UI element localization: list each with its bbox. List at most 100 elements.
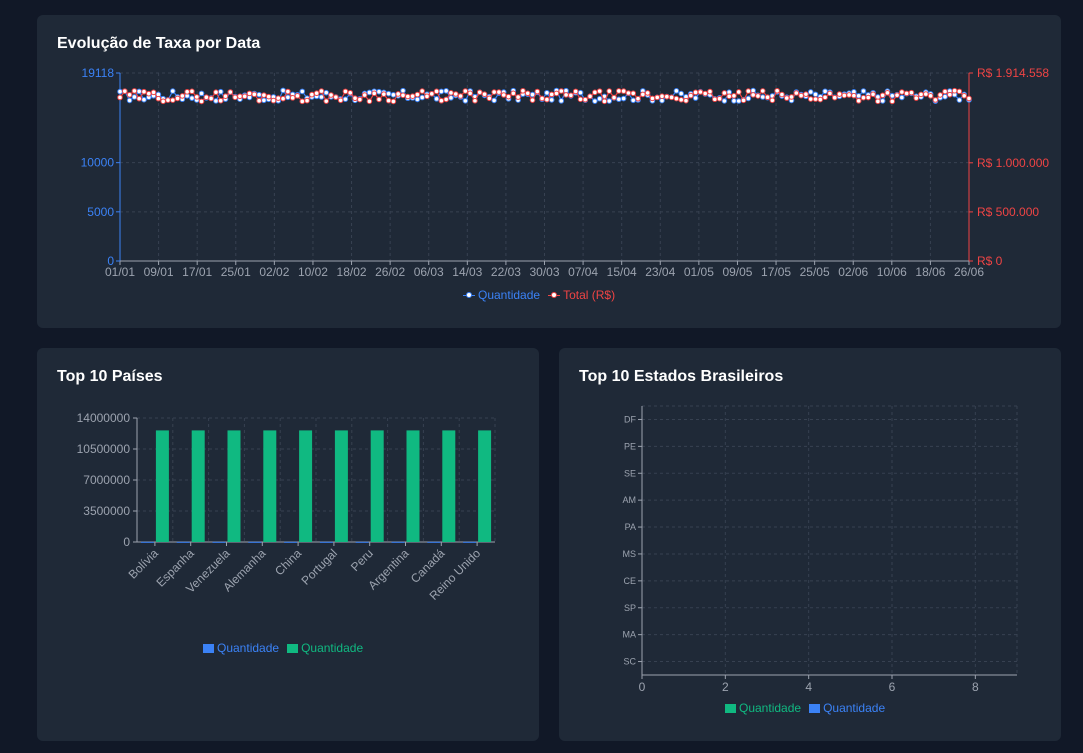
data-point-total	[400, 92, 406, 99]
y-right-tick-label: R$ 1.914.558	[977, 66, 1049, 80]
data-point-total	[160, 98, 166, 105]
data-point-quantidade	[812, 91, 819, 98]
x-tick-label: 6	[889, 680, 896, 694]
legend-swatch-icon	[725, 703, 736, 713]
data-point-total	[692, 89, 699, 96]
data-point-total	[246, 90, 253, 97]
data-point-total	[798, 92, 804, 99]
data-point-total	[587, 93, 593, 100]
data-point-total	[352, 95, 358, 102]
data-point-total	[520, 87, 526, 94]
data-point-total	[337, 97, 344, 104]
legend-item-quantidade-green[interactable]: Quantidade	[725, 701, 801, 715]
data-point-total	[270, 97, 277, 104]
data-point-total	[913, 95, 920, 101]
data-point-total	[333, 94, 339, 100]
data-point-total	[726, 93, 732, 100]
data-point-quantidade	[822, 88, 828, 95]
data-point-quantidade	[731, 98, 737, 104]
data-point-quantidade	[366, 89, 373, 96]
top-states-card: Top 10 Estados Brasileiros 0 2 4 6 8 DF PE SE AM…	[559, 348, 1061, 741]
data-point-total	[500, 92, 507, 98]
data-point-total	[515, 94, 521, 100]
data-point-quantidade	[213, 98, 219, 104]
data-point-quantidade	[189, 95, 195, 101]
data-point-total	[404, 93, 411, 100]
bar-quantidade-green	[442, 430, 456, 542]
data-point-total	[476, 89, 483, 96]
data-point-total	[232, 94, 238, 101]
data-point-total	[635, 95, 641, 102]
data-point-total	[150, 89, 157, 96]
data-point-quantidade	[462, 97, 469, 104]
data-point-total	[731, 92, 737, 99]
data-point-total	[203, 94, 210, 101]
x-tick-label: 26/02	[375, 265, 405, 279]
data-point-total	[606, 88, 613, 94]
y-left-tick-label: 0	[107, 254, 114, 268]
data-point-total	[889, 98, 896, 105]
data-point-total	[668, 94, 675, 101]
data-point-quantidade	[745, 95, 752, 102]
data-point-total	[544, 96, 550, 103]
x-tick-label: 30/03	[529, 265, 559, 279]
data-point-total	[572, 88, 579, 95]
x-tick-label: 06/03	[414, 265, 444, 279]
data-point-total	[783, 95, 790, 101]
legend-label-total: Total (R$)	[563, 288, 616, 302]
data-point-total	[213, 89, 219, 96]
x-tick-label: 23/04	[645, 265, 675, 279]
data-point-quantidade	[323, 89, 330, 96]
data-point-quantidade	[198, 90, 205, 97]
data-point-quantidade	[620, 95, 627, 102]
data-point-quantidade	[117, 88, 123, 95]
y-left-tick-label: 5000	[87, 205, 114, 219]
data-point-total	[189, 88, 195, 95]
data-point-total	[831, 94, 838, 101]
data-point-total	[860, 94, 867, 101]
legend-item-quantidade-blue[interactable]: Quantidade	[203, 641, 279, 655]
data-point-quantidade	[433, 96, 440, 102]
data-point-total	[534, 88, 541, 95]
data-point-total	[851, 92, 857, 99]
data-point-total	[486, 95, 493, 102]
data-point-total	[409, 93, 416, 99]
data-point-quantidade	[414, 96, 421, 103]
x-tick-label: 0	[639, 680, 646, 694]
data-point-quantidade	[855, 93, 862, 99]
bar-quantidade-blue	[427, 541, 441, 543]
legend-swatch-icon	[287, 643, 299, 653]
data-point-quantidade	[169, 88, 176, 94]
y-tick-label: 14000000	[77, 411, 131, 425]
data-point-total	[261, 92, 267, 98]
data-point-total	[361, 92, 368, 98]
data-point-quantidade	[956, 97, 963, 103]
data-point-quantidade	[721, 98, 728, 104]
data-point-quantidade	[548, 97, 555, 103]
rate-evolution-chart: 01/01 09/01 17/01 25/01 02/02 10/02 18/02 26/02…	[81, 66, 1050, 279]
x-tick-label: 15/04	[607, 265, 637, 279]
data-point-total	[347, 89, 354, 96]
rate-evolution-legend: Quantidade Total (R$)	[463, 288, 615, 302]
data-point-quantidade	[616, 96, 622, 103]
data-point-quantidade	[899, 94, 905, 101]
data-point-total	[452, 91, 459, 97]
legend-item-total[interactable]: Total (R$)	[548, 288, 615, 302]
legend-item-quantidade[interactable]: Quantidade	[463, 288, 540, 302]
y-tick-label: SP	[624, 603, 636, 613]
legend-item-quantidade-green[interactable]: Quantidade	[287, 641, 363, 655]
data-point-total	[299, 98, 306, 105]
data-point-total	[764, 94, 771, 101]
bar-quantidade-blue	[355, 541, 369, 543]
legend-item-quantidade-blue[interactable]: Quantidade	[809, 701, 885, 715]
data-point-quantidade	[879, 98, 886, 104]
data-point-total	[899, 89, 905, 95]
data-point-total	[448, 90, 454, 96]
y-left-tick-label: 19118	[82, 66, 115, 80]
x-tick-label: 25/05	[800, 265, 830, 279]
x-tick-label: Peru	[348, 546, 376, 574]
data-point-total	[870, 91, 876, 98]
data-point-total	[908, 89, 915, 96]
data-point-total	[145, 90, 152, 97]
x-tick-label: 2	[722, 680, 729, 694]
